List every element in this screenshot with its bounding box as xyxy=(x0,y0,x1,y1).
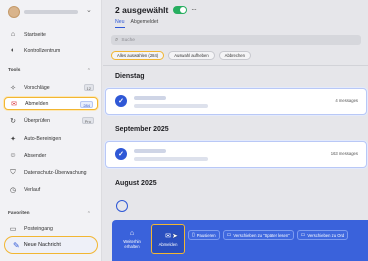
divider xyxy=(103,65,368,66)
tab-bar: Neu Abgemeldet xyxy=(115,19,158,28)
sidebar-item-datenschutz[interactable]: ⛉ Datenschutz-Überwachung xyxy=(4,166,98,179)
unchecked-circle-icon[interactable] xyxy=(116,200,128,212)
unsubscribe-button[interactable]: ✉ Abmelden xyxy=(151,224,185,254)
sidebar-item-verlauf[interactable]: ◷ Verlauf xyxy=(4,183,98,196)
sidebar-item-kontrollzentrum[interactable]: ◐ Kontrollzentrum xyxy=(4,44,98,57)
toggle-icon: ◐ xyxy=(10,47,16,54)
pause-icon: ▯ xyxy=(192,232,195,238)
tab-abgemeldet[interactable]: Abgemeldet xyxy=(131,19,159,28)
new-message-button[interactable]: ✎ Neue Nachricht xyxy=(4,236,98,254)
move-to-read-later-button[interactable]: ▭ Verschieben zu "Später lesen" xyxy=(222,230,294,240)
cancel-button[interactable]: Abbrechen xyxy=(218,51,251,60)
keep-receiving-button[interactable]: ⌂ Weiterhin erhalten xyxy=(116,224,148,254)
sidebar-item-label: Überprüfen xyxy=(24,117,50,124)
sender-name-redacted xyxy=(134,96,166,100)
tab-neu[interactable]: Neu xyxy=(115,19,125,28)
chevron-up-icon[interactable]: ⌃ xyxy=(87,68,91,74)
search-input[interactable]: ⌕ Suche xyxy=(111,35,361,45)
compose-icon: ✎ xyxy=(13,240,20,250)
sidebar-section-tools: Tools xyxy=(8,68,21,73)
folder-icon: ▭ xyxy=(300,232,306,238)
sidebar-item-label: Startseite xyxy=(24,31,46,38)
sidebar-item-posteingang[interactable]: ▭ Posteingang xyxy=(4,222,98,235)
refresh-icon: ↻ xyxy=(10,117,16,125)
sender-email-redacted xyxy=(134,104,208,108)
message-count: 163 messages xyxy=(330,151,358,156)
lightbulb-icon: ✧ xyxy=(10,84,16,92)
shield-icon: ⛉ xyxy=(10,168,16,176)
folder-icon: ▭ xyxy=(226,232,232,238)
app-window: ⌄ ⌂ Startseite ◐ Kontrollzentrum Tools ⌃… xyxy=(0,0,368,261)
selection-title: 2 ausgewählt xyxy=(115,5,169,15)
sidebar-item-label: Auto-Bereinigen xyxy=(24,135,62,142)
selection-actions: Alles auswählen (284) Auswahl aufheben A… xyxy=(111,51,251,60)
mouse-cursor-icon: ➤ xyxy=(172,233,178,240)
chevron-up-icon[interactable]: ⌃ xyxy=(87,211,91,217)
sidebar-item-label: Absender xyxy=(24,152,47,159)
pro-badge: Pro xyxy=(81,117,94,124)
sender-name-redacted xyxy=(134,149,166,153)
unsubscribe-icon: ✉ xyxy=(11,100,17,108)
unsubscribe-icon: ✉ xyxy=(165,232,171,240)
sidebar-item-label: Datenschutz-Überwachung xyxy=(24,169,87,176)
button-label: Verschieben zu "Später lesen" xyxy=(233,232,290,238)
message-count: 4 messages xyxy=(335,98,358,103)
sidebar-item-startseite[interactable]: ⌂ Startseite xyxy=(4,28,98,41)
sender-group-card[interactable]: ✓ 4 messages xyxy=(105,88,367,115)
count-badge: 284 xyxy=(80,101,93,108)
history-icon: ◷ xyxy=(9,186,17,194)
button-label: Pausieren xyxy=(196,232,216,238)
bulk-action-toolbar: ⌂ Weiterhin erhalten ✉ Abmelden ▯ Pausie… xyxy=(112,220,368,261)
sparkle-icon: ✦ xyxy=(10,135,16,143)
more-options-icon[interactable]: ··· xyxy=(191,5,197,14)
account-header[interactable]: ⌄ xyxy=(0,0,101,24)
home-icon: ⌂ xyxy=(10,31,16,38)
sidebar-item-label: Verlauf xyxy=(24,186,41,193)
sidebar-item-label: Kontrollzentrum xyxy=(24,47,61,54)
chevron-down-icon: ⌄ xyxy=(86,7,92,14)
button-label: Verschieben zu Ord xyxy=(307,232,345,238)
count-badge: 12 xyxy=(83,84,94,91)
sidebar-section-favoriten: Favoriten xyxy=(8,211,30,216)
sidebar-item-auto-bereinigen[interactable]: ✦ Auto-Bereinigen xyxy=(4,132,98,145)
deselect-button[interactable]: Auswahl aufheben xyxy=(168,51,215,60)
sender-group-card[interactable]: ✓ 163 messages xyxy=(105,141,367,168)
sender-group-row[interactable] xyxy=(105,196,367,220)
sidebar-item-label: Posteingang xyxy=(24,225,53,232)
sidebar-item-vorschlaege[interactable]: ✧ Vorschläge 12 xyxy=(4,81,98,94)
sender-email-redacted xyxy=(134,157,208,161)
pause-button[interactable]: ▯ Pausieren xyxy=(188,230,220,240)
avatar xyxy=(8,6,20,18)
keep-icon: ⌂ xyxy=(129,229,135,237)
group-title: September 2025 xyxy=(115,126,169,133)
account-name-redacted xyxy=(24,10,78,14)
button-label: Abmelden xyxy=(158,241,178,247)
sender-icon: ☺ xyxy=(9,152,17,159)
group-title: Dienstag xyxy=(115,73,145,80)
new-message-label: Neue Nachricht xyxy=(23,242,61,248)
sidebar-item-label: Vorschläge xyxy=(24,84,50,91)
sidebar: ⌄ ⌂ Startseite ◐ Kontrollzentrum Tools ⌃… xyxy=(0,0,102,261)
checkmark-icon[interactable]: ✓ xyxy=(115,148,127,160)
sidebar-item-label: Abmelden xyxy=(25,100,49,107)
search-icon: ⌕ xyxy=(115,36,119,43)
sidebar-item-abmelden[interactable]: ✉ Abmelden 284 xyxy=(4,97,98,110)
search-placeholder: Suche xyxy=(121,37,135,43)
sidebar-item-absender[interactable]: ☺ Absender xyxy=(4,149,98,162)
sidebar-item-ueberpruefen[interactable]: ↻ Überprüfen Pro xyxy=(4,114,98,127)
inbox-icon: ▭ xyxy=(9,225,17,233)
button-label: Weiterhin erhalten xyxy=(123,238,141,249)
select-all-button[interactable]: Alles auswählen (284) xyxy=(111,51,165,60)
group-title: August 2025 xyxy=(115,180,157,187)
move-to-folder-button[interactable]: ▭ Verschieben zu Ord xyxy=(296,230,349,240)
selection-toggle[interactable] xyxy=(173,6,187,14)
checkmark-icon[interactable]: ✓ xyxy=(115,95,127,107)
